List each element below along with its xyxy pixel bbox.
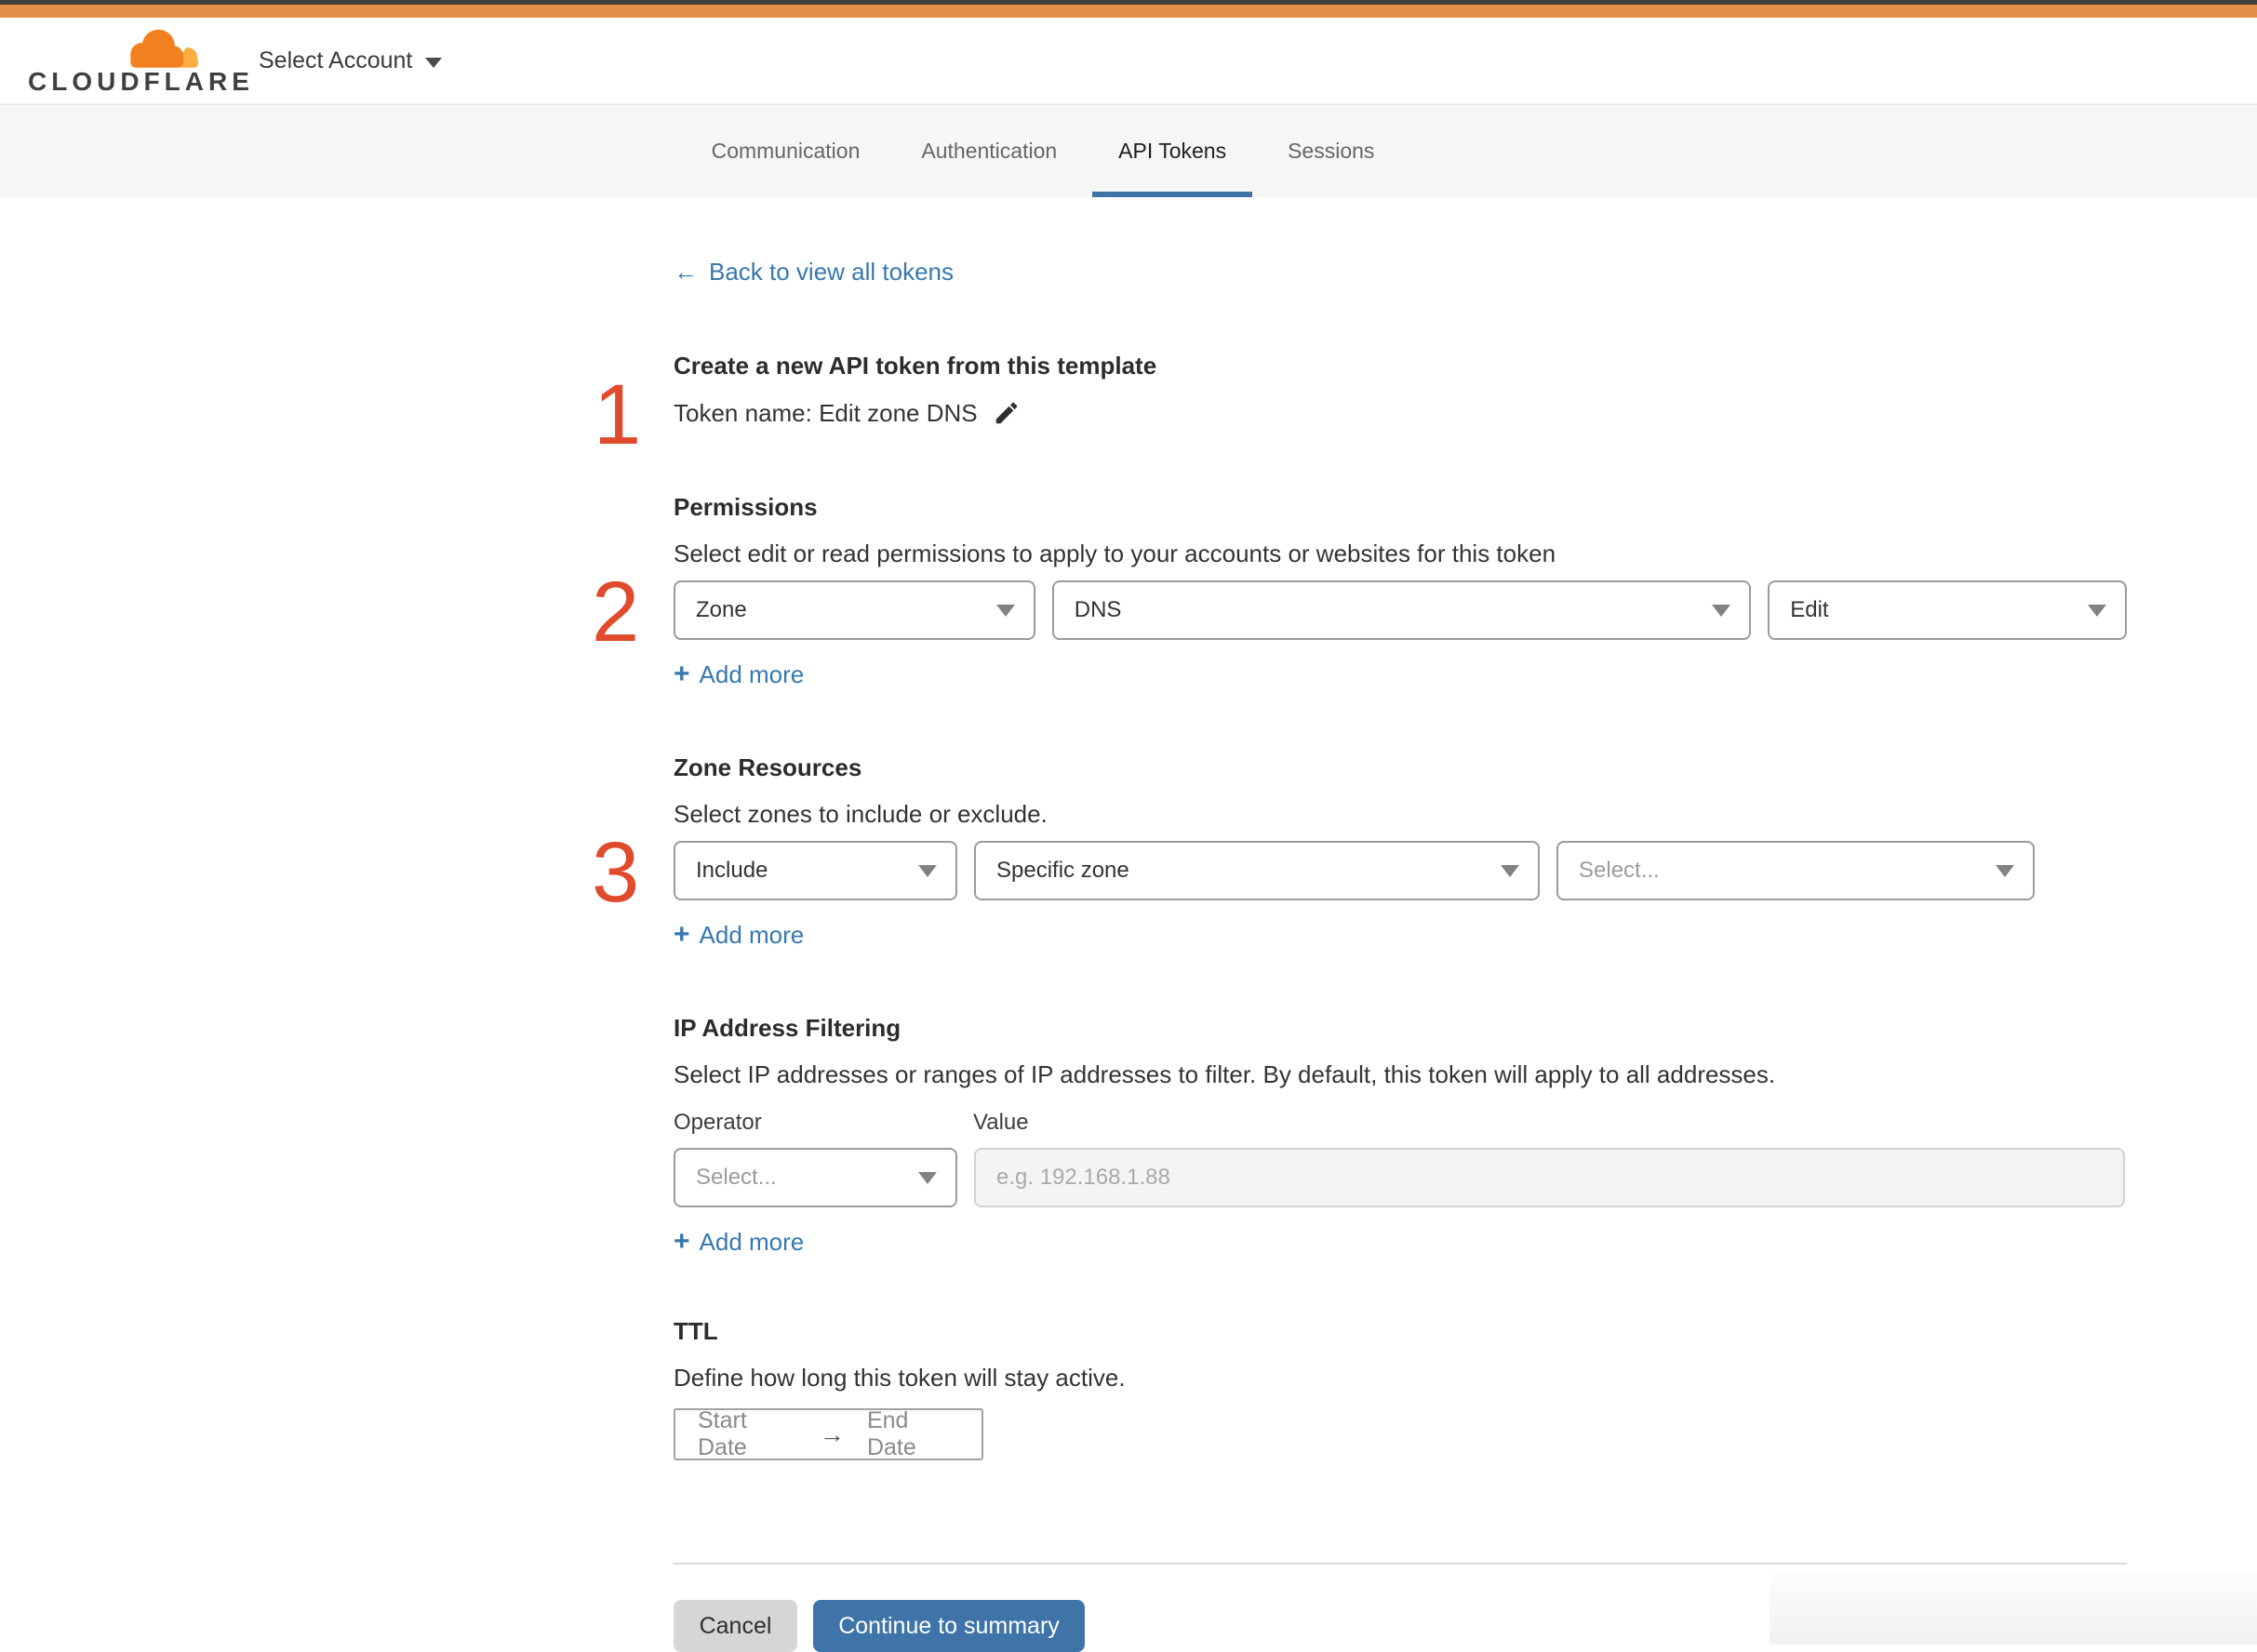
permissions-controls: Zone DNS Edit xyxy=(674,580,2127,640)
zone-resources-title: Zone Resources xyxy=(674,753,862,781)
dropdown-caret-icon xyxy=(1501,864,1519,877)
dropdown-value: DNS xyxy=(1074,597,1122,622)
tab-label: Authentication xyxy=(921,139,1058,163)
cloudflare-cloud-icon xyxy=(130,29,198,71)
tab-label: Communication xyxy=(711,139,861,163)
ip-filtering-description: Select IP addresses or ranges of IP addr… xyxy=(674,1060,1776,1088)
ip-value-input[interactable] xyxy=(974,1148,2125,1207)
ip-filtering-add-more-link[interactable]: + Add more xyxy=(674,1226,805,1257)
account-selector[interactable]: Select Account xyxy=(259,47,443,74)
step-number-3: 3 xyxy=(592,825,640,920)
tab-api-tokens[interactable]: API Tokens xyxy=(1092,105,1252,197)
zone-resources-description: Select zones to include or exclude. xyxy=(674,800,1048,828)
start-date-placeholder: Start Date xyxy=(698,1407,747,1460)
back-to-tokens-link[interactable]: ← Back to view all tokens xyxy=(674,257,954,286)
back-link-label: Back to view all tokens xyxy=(709,258,955,286)
permissions-section: 2 Permissions Select edit or read permis… xyxy=(592,493,2127,689)
add-more-label: Add more xyxy=(699,660,805,688)
plus-icon: + xyxy=(674,1226,690,1257)
step-number-1: 1 xyxy=(594,367,642,462)
cloudflare-logo: CLOUDFLARE xyxy=(28,24,254,97)
create-token-section: 1 Create a new API token from this templ… xyxy=(594,352,2127,458)
dropdown-caret-icon xyxy=(1996,864,2014,877)
value-label: Value xyxy=(973,1110,1029,1135)
tabs: Communication Authentication API Tokens … xyxy=(710,105,1377,197)
permission-scope-dropdown[interactable]: Zone xyxy=(674,580,1035,640)
operator-dropdown[interactable]: Select... xyxy=(674,1148,957,1207)
dropdown-value: Zone xyxy=(696,597,747,622)
permission-resource-dropdown[interactable]: DNS xyxy=(1051,580,1752,640)
tab-communication[interactable]: Communication xyxy=(710,105,862,197)
permission-access-dropdown[interactable]: Edit xyxy=(1768,580,2127,640)
ttl-description: Define how long this token will stay act… xyxy=(674,1364,1126,1392)
zone-type-dropdown[interactable]: Specific zone xyxy=(974,841,1540,900)
permissions-title: Permissions xyxy=(674,493,818,521)
operator-label: Operator xyxy=(674,1110,762,1135)
edit-pencil-icon[interactable] xyxy=(993,399,1021,427)
dropdown-value: Include xyxy=(696,858,768,883)
plus-icon: + xyxy=(674,919,690,950)
plus-icon: + xyxy=(674,659,690,689)
ttl-section: TTL Define how long this token will stay… xyxy=(674,1317,2127,1460)
footer-divider xyxy=(674,1563,2127,1565)
ttl-date-range-picker[interactable]: Start Date → End Date xyxy=(674,1407,983,1460)
brand-accent-bar xyxy=(0,5,2257,18)
step-number-2: 2 xyxy=(592,565,640,659)
zone-resources-section: 3 Zone Resources Select zones to include… xyxy=(592,753,2127,950)
tab-sessions[interactable]: Sessions xyxy=(1286,105,1376,197)
chevron-down-icon xyxy=(425,57,443,68)
dropdown-placeholder: Select... xyxy=(696,1165,777,1190)
zone-resources-controls: Include Specific zone Select... xyxy=(674,841,2127,900)
create-token-title: Create a new API token from this templat… xyxy=(674,352,1157,380)
ip-filtering-title: IP Address Filtering xyxy=(674,1014,901,1042)
back-arrow-icon: ← xyxy=(674,258,698,286)
dropdown-value: Specific zone xyxy=(996,858,1129,883)
cloudflare-wordmark: CLOUDFLARE xyxy=(28,67,254,96)
end-date-placeholder: End Date xyxy=(866,1407,916,1460)
right-arrow-icon: → xyxy=(819,1419,845,1448)
token-form: ← Back to view all tokens 1 Create a new… xyxy=(592,197,2127,1652)
token-name-value: Token name: Edit zone DNS xyxy=(674,399,978,427)
account-selector-label: Select Account xyxy=(259,47,413,73)
dropdown-caret-icon xyxy=(1712,604,1731,617)
ip-filtering-section: IP Address Filtering Select IP addresses… xyxy=(674,1014,2127,1256)
dropdown-caret-icon xyxy=(918,1171,937,1184)
tab-label: API Tokens xyxy=(1118,139,1227,163)
permissions-add-more-link[interactable]: + Add more xyxy=(674,659,805,689)
dropdown-placeholder: Select... xyxy=(1579,858,1660,883)
add-more-label: Add more xyxy=(699,1228,805,1256)
permissions-description: Select edit or read permissions to apply… xyxy=(674,540,1556,567)
tab-label: Sessions xyxy=(1288,139,1375,163)
zone-resources-add-more-link[interactable]: + Add more xyxy=(674,919,805,950)
app-header: CLOUDFLARE Select Account xyxy=(0,18,2257,105)
add-more-label: Add more xyxy=(699,921,805,949)
token-name-row: Token name: Edit zone DNS xyxy=(674,398,2127,428)
dropdown-caret-icon xyxy=(918,864,937,877)
dropdown-value: Edit xyxy=(1790,597,1829,622)
ttl-title: TTL xyxy=(674,1317,718,1345)
ip-filtering-controls: Select... xyxy=(674,1148,2127,1207)
profile-tab-bar: Communication Authentication API Tokens … xyxy=(0,105,2257,197)
tab-authentication[interactable]: Authentication xyxy=(919,105,1059,197)
dropdown-caret-icon xyxy=(995,604,1015,617)
dropdown-caret-icon xyxy=(2087,604,2106,617)
zone-select-dropdown[interactable]: Select... xyxy=(1556,841,2035,900)
zone-mode-dropdown[interactable]: Include xyxy=(674,841,957,900)
ip-filtering-field-labels: Operator Value xyxy=(674,1111,2127,1135)
